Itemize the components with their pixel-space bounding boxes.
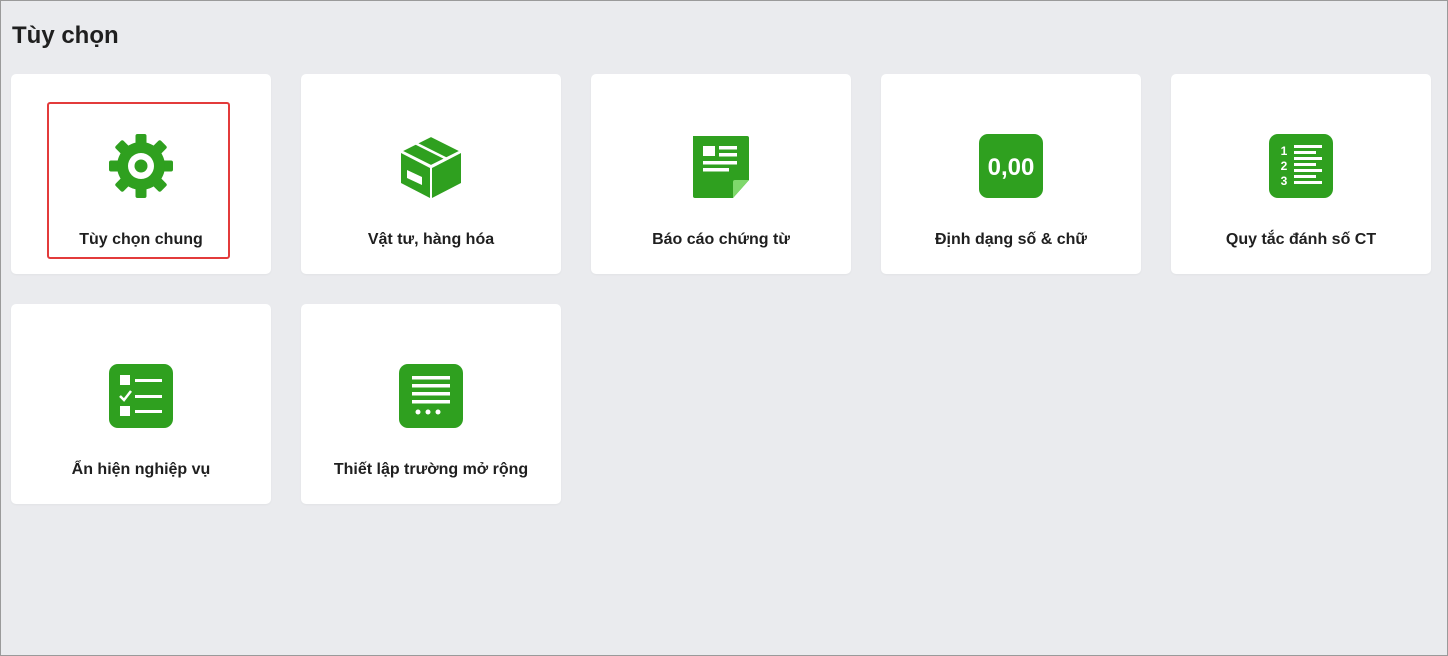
option-card-document-reports[interactable]: Báo cáo chứng từ bbox=[591, 74, 851, 274]
numbered-list-icon-digit: 3 bbox=[1281, 174, 1288, 188]
option-label: Ẩn hiện nghiệp vụ bbox=[71, 461, 211, 478]
option-card-show-hide-operations[interactable]: Ẩn hiện nghiệp vụ bbox=[11, 304, 271, 504]
number-format-icon: 0,00 bbox=[979, 134, 1043, 198]
option-label: Thiết lập trường mở rộng bbox=[333, 461, 529, 478]
box-icon bbox=[399, 134, 463, 198]
option-card-materials[interactable]: Vật tư, hàng hóa bbox=[301, 74, 561, 274]
number-format-icon-text: 0,00 bbox=[988, 154, 1035, 181]
numbered-list-icon-digit: 2 bbox=[1281, 159, 1288, 173]
option-label: Tùy chọn chung bbox=[79, 231, 203, 248]
page-title: Tùy chọn bbox=[12, 22, 119, 49]
option-label: Báo cáo chứng từ bbox=[652, 231, 790, 248]
option-label: Vật tư, hàng hóa bbox=[367, 231, 495, 248]
gear-icon bbox=[109, 134, 173, 198]
option-card-number-format[interactable]: 0,00 Định dạng số & chữ bbox=[881, 74, 1141, 274]
option-card-general[interactable]: Tùy chọn chung bbox=[11, 74, 271, 274]
numbered-list-icon: 1 2 3 bbox=[1269, 134, 1333, 198]
option-card-numbering-rules[interactable]: 1 2 3 Quy tắc đánh số CT bbox=[1171, 74, 1431, 274]
numbered-list-icon-digit: 1 bbox=[1281, 144, 1288, 158]
document-report-icon bbox=[689, 134, 753, 198]
extended-fields-icon bbox=[399, 364, 463, 428]
checklist-icon bbox=[109, 364, 173, 428]
option-card-extended-fields[interactable]: Thiết lập trường mở rộng bbox=[301, 304, 561, 504]
option-label: Định dạng số & chữ bbox=[934, 231, 1088, 248]
option-label: Quy tắc đánh số CT bbox=[1225, 231, 1377, 248]
